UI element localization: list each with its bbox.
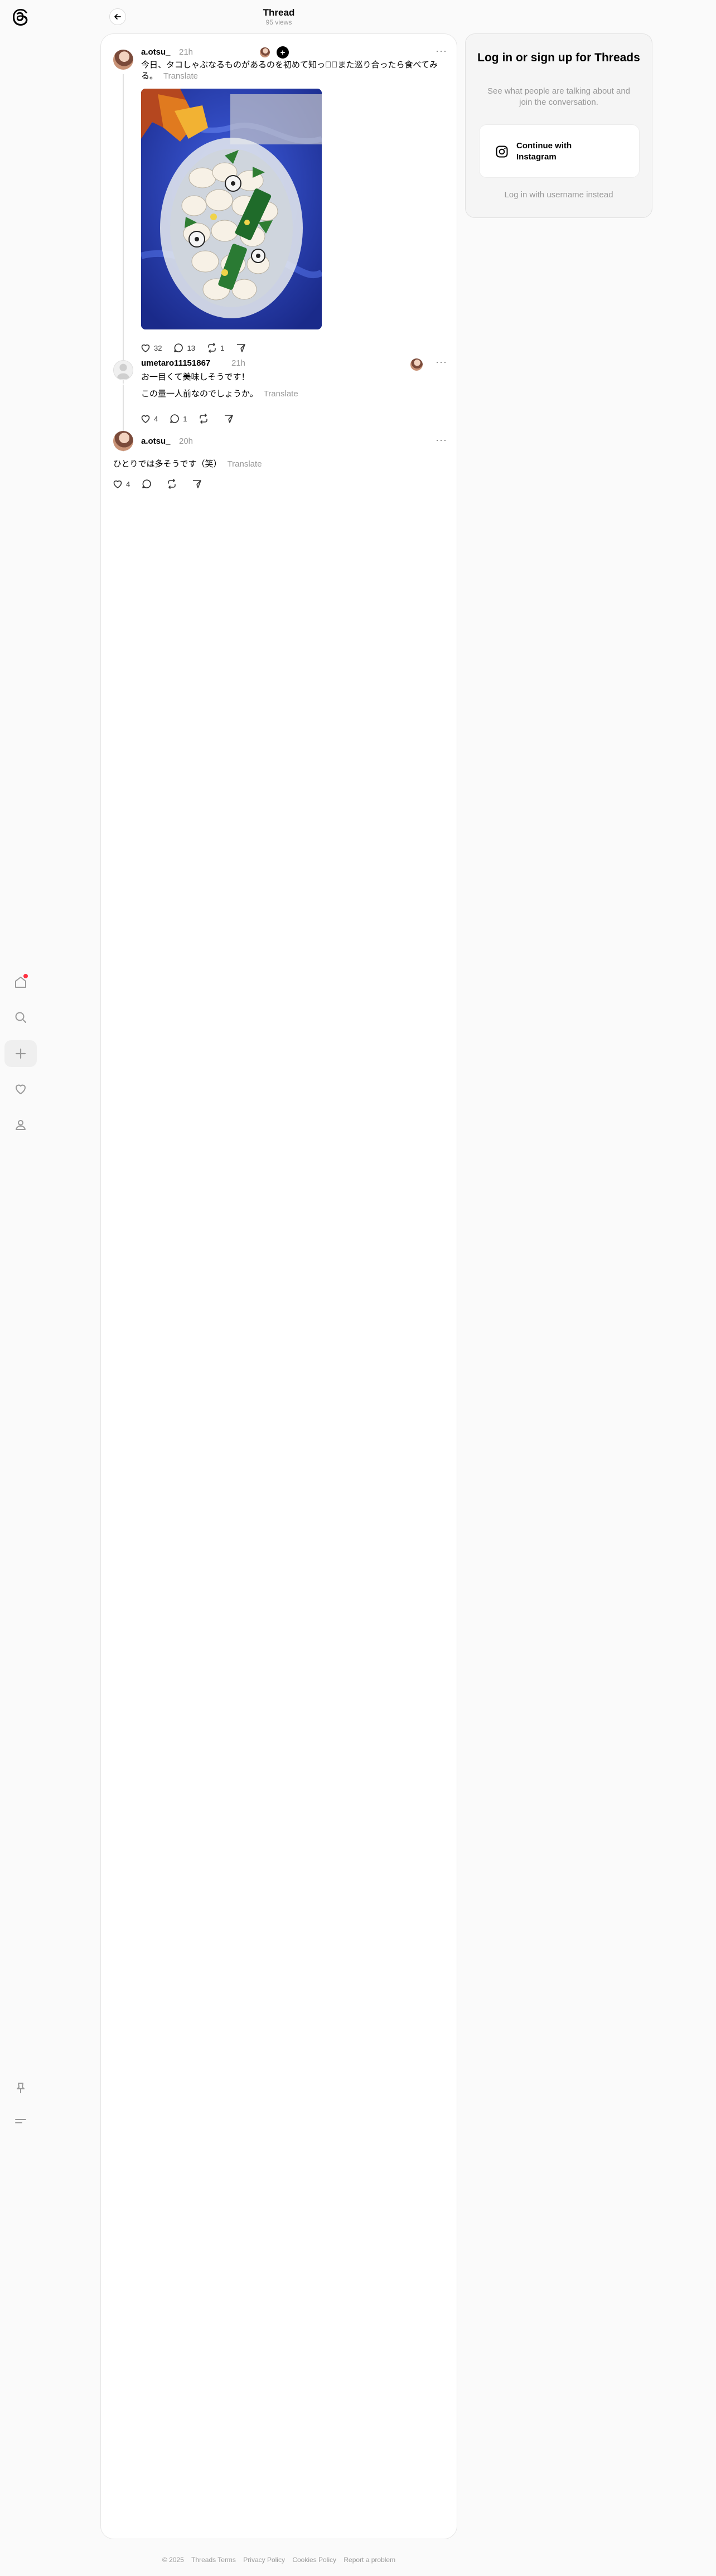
reply-button[interactable] (141, 478, 155, 489)
share-button[interactable] (223, 413, 237, 424)
heart-icon (113, 480, 122, 488)
heart-icon[interactable] (4, 1076, 37, 1103)
profile-icon[interactable] (4, 1112, 37, 1138)
post-actions: 32 13 1 (140, 342, 260, 353)
comment-icon (174, 343, 183, 352)
translate-link[interactable]: Translate (264, 389, 298, 399)
like-button[interactable]: 4 (112, 478, 130, 489)
continue-with-instagram-button[interactable]: Continue with Instagram (479, 124, 640, 178)
post-text-line: この量一人前なのでしょうか。 Translate (141, 389, 442, 400)
post-text-line: お一目くて美味しそうです！ (141, 372, 250, 382)
like-button[interactable]: 4 (140, 413, 158, 424)
post-text-content: ひとりでは多そうです（笑） (113, 459, 222, 469)
reply-button[interactable]: 13 (173, 342, 195, 353)
like-count: 4 (126, 479, 130, 488)
repost-button[interactable] (198, 413, 212, 424)
reply-count: 1 (183, 414, 187, 423)
view-count: 95 views (265, 18, 292, 26)
post-time[interactable]: 20h (179, 436, 193, 446)
reply-author-avatar[interactable] (410, 358, 423, 371)
thread-card: a.otsu_ 21h ··· + 今日、タコしゃぶなるものがあるのを初めて知っ… (100, 33, 457, 2539)
post-text-content: この量一人前なのでしょうか。 (141, 389, 258, 399)
footer-link-terms[interactable]: Threads Terms (191, 2556, 236, 2564)
heart-icon (141, 415, 150, 423)
repost-icon (208, 343, 216, 353)
post-actions: 4 (112, 478, 216, 489)
menu-icon[interactable] (4, 2108, 37, 2134)
post-time[interactable]: 21h (231, 358, 245, 368)
avatar (259, 46, 271, 59)
page-title: Thread (263, 7, 295, 18)
plus-icon[interactable] (4, 1040, 37, 1067)
repost-icon (200, 414, 208, 424)
footer-copyright: © 2025 (162, 2556, 184, 2564)
like-count: 32 (154, 343, 162, 352)
like-button[interactable]: 32 (140, 342, 162, 353)
footer-link-privacy[interactable]: Privacy Policy (243, 2556, 285, 2564)
post-username[interactable]: a.otsu_ (141, 436, 171, 446)
share-icon (193, 480, 202, 488)
repost-count: 1 (220, 343, 225, 352)
share-icon (225, 415, 234, 423)
like-count: 4 (154, 414, 158, 423)
follow-plus-icon[interactable]: + (277, 46, 289, 59)
login-username-link[interactable]: Log in with username instead (466, 190, 652, 200)
avatar[interactable] (113, 431, 133, 451)
login-panel: Log in or sign up for Threads See what p… (465, 33, 652, 218)
comment-icon (170, 414, 180, 423)
reply-button[interactable]: 1 (169, 413, 187, 424)
translate-link[interactable]: Translate (228, 459, 262, 469)
thread-connector-line (123, 74, 124, 384)
repost-button[interactable]: 1 (206, 342, 224, 353)
share-button[interactable] (191, 478, 205, 489)
left-navigation-rail (0, 0, 42, 2576)
instagram-icon (496, 145, 508, 158)
login-title: Log in or sign up for Threads (477, 51, 640, 64)
repost-icon (168, 479, 176, 489)
notification-dot (23, 974, 28, 978)
post-text: ひとりでは多そうです（笑） Translate (113, 459, 442, 470)
heart-icon (141, 344, 150, 352)
post-text: 今日、タコしゃぶなるものがあるのを初めて知った⃣また巡り合ったら食べてみる。 Tr… (141, 60, 448, 82)
repost-button[interactable] (166, 478, 180, 489)
collaborator-avatars[interactable]: + (259, 46, 289, 59)
reply-count: 13 (187, 343, 195, 352)
footer: © 2025 Threads Terms Privacy Policy Cook… (100, 2556, 457, 2564)
threads-logo-icon[interactable] (11, 8, 30, 27)
thread-header: Thread 95 views (100, 0, 457, 33)
home-icon[interactable] (4, 969, 37, 996)
more-options-icon[interactable]: ··· (436, 356, 447, 368)
post-time[interactable]: 21h (179, 47, 193, 57)
instagram-button-label: Continue with Instagram (516, 141, 572, 162)
comment-icon (142, 479, 152, 488)
post-username[interactable]: a.otsu_ (141, 47, 171, 57)
avatar[interactable] (113, 360, 133, 380)
post-image[interactable] (141, 89, 322, 329)
more-options-icon[interactable]: ··· (436, 434, 447, 446)
share-button[interactable] (235, 342, 249, 353)
share-icon (237, 344, 245, 352)
translate-link[interactable]: Translate (163, 71, 198, 81)
footer-link-report[interactable]: Report a problem (344, 2556, 395, 2564)
search-icon[interactable] (4, 1004, 37, 1031)
post-actions: 4 1 (140, 413, 248, 424)
login-subtitle: See what people are talking about and jo… (487, 86, 631, 107)
post-username[interactable]: umetaro11151867 (141, 358, 210, 368)
pin-icon[interactable] (4, 2075, 37, 2102)
footer-link-cookies[interactable]: Cookies Policy (292, 2556, 336, 2564)
more-options-icon[interactable]: ··· (436, 45, 447, 57)
avatar[interactable] (113, 50, 133, 70)
